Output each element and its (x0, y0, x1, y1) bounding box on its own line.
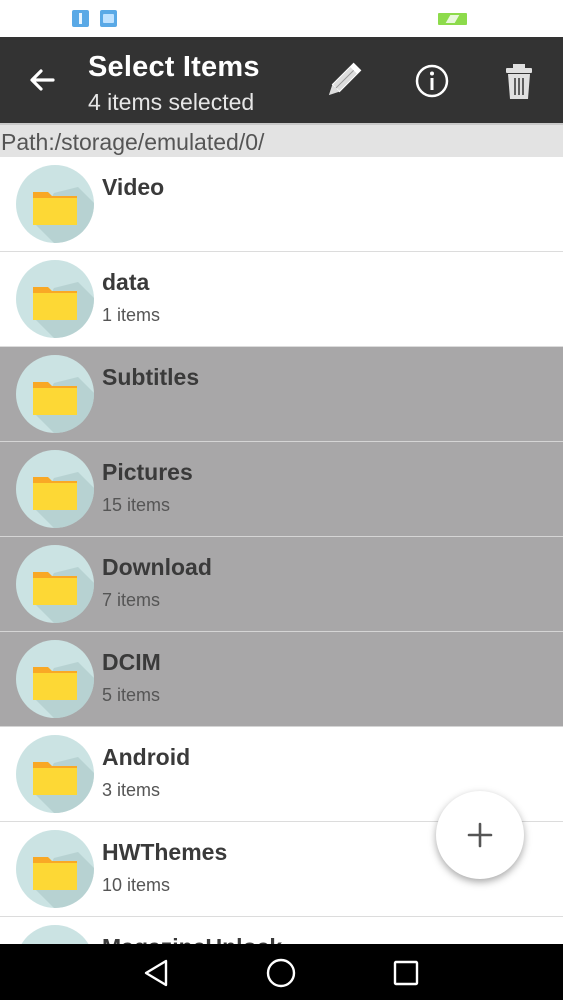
status-bar (0, 0, 563, 37)
file-name: MagazineUnlock (102, 934, 282, 944)
nav-recents-icon (393, 960, 419, 986)
folder-icon (16, 735, 94, 813)
folder-icon (16, 925, 94, 944)
file-name: Pictures (102, 459, 193, 485)
nav-home-icon (266, 958, 296, 988)
file-name: Video (102, 174, 165, 200)
current-path: Path:/storage/emulated/0/ (1, 129, 265, 155)
file-name: Download (102, 554, 212, 580)
nav-home-button[interactable] (264, 956, 298, 990)
file-row-download[interactable]: Download 7 items (0, 537, 563, 632)
file-row-dcim[interactable]: DCIM 5 items (0, 632, 563, 727)
nav-recents-button[interactable] (389, 956, 423, 990)
folder-icon (16, 165, 94, 243)
file-item-count: 7 items (102, 590, 161, 610)
delete-icon (506, 64, 532, 99)
gallery-icon (100, 10, 117, 27)
add-button[interactable] (436, 791, 524, 879)
file-name: Subtitles (102, 364, 200, 390)
back-button[interactable] (22, 59, 64, 101)
navigation-bar (0, 944, 563, 1000)
folder-icon (16, 450, 94, 528)
edit-button[interactable] (321, 59, 365, 103)
folder-icon (16, 830, 94, 908)
info-button[interactable] (410, 59, 454, 103)
folder-icon (16, 545, 94, 623)
edit-icon (328, 62, 362, 96)
file-row-magazineunlock[interactable]: MagazineUnlock (0, 917, 563, 944)
file-name: data (102, 269, 150, 295)
nav-back-button[interactable] (140, 956, 174, 990)
app-bar: Select Items 4 items selected (0, 37, 563, 123)
file-name: DCIM (102, 649, 161, 675)
selection-count: 4 items selected (88, 89, 255, 115)
file-row-video[interactable]: Video (0, 157, 563, 252)
folder-icon (16, 640, 94, 718)
file-item-count: 10 items (102, 875, 171, 895)
file-item-count: 3 items (102, 780, 161, 800)
file-name: Android (102, 744, 191, 770)
file-row-pictures[interactable]: Pictures 15 items (0, 442, 563, 537)
folder-icon (16, 260, 94, 338)
folder-icon (16, 355, 94, 433)
file-item-count: 15 items (102, 495, 171, 515)
file-row-subtitles[interactable]: Subtitles (0, 347, 563, 442)
file-name: HWThemes (102, 839, 228, 865)
path-bar: Path:/storage/emulated/0/ (0, 123, 563, 157)
battery-charging-icon (438, 13, 467, 25)
delete-button[interactable] (497, 59, 541, 103)
usb-icon (72, 10, 89, 27)
file-row-data[interactable]: data 1 items (0, 252, 563, 347)
file-item-count: 1 items (102, 305, 161, 325)
arrow-back-icon (30, 69, 55, 91)
nav-back-icon (144, 959, 168, 987)
plus-icon (467, 822, 493, 848)
file-item-count: 5 items (102, 685, 161, 705)
info-icon (415, 64, 449, 98)
page-title: Select Items (88, 51, 260, 83)
